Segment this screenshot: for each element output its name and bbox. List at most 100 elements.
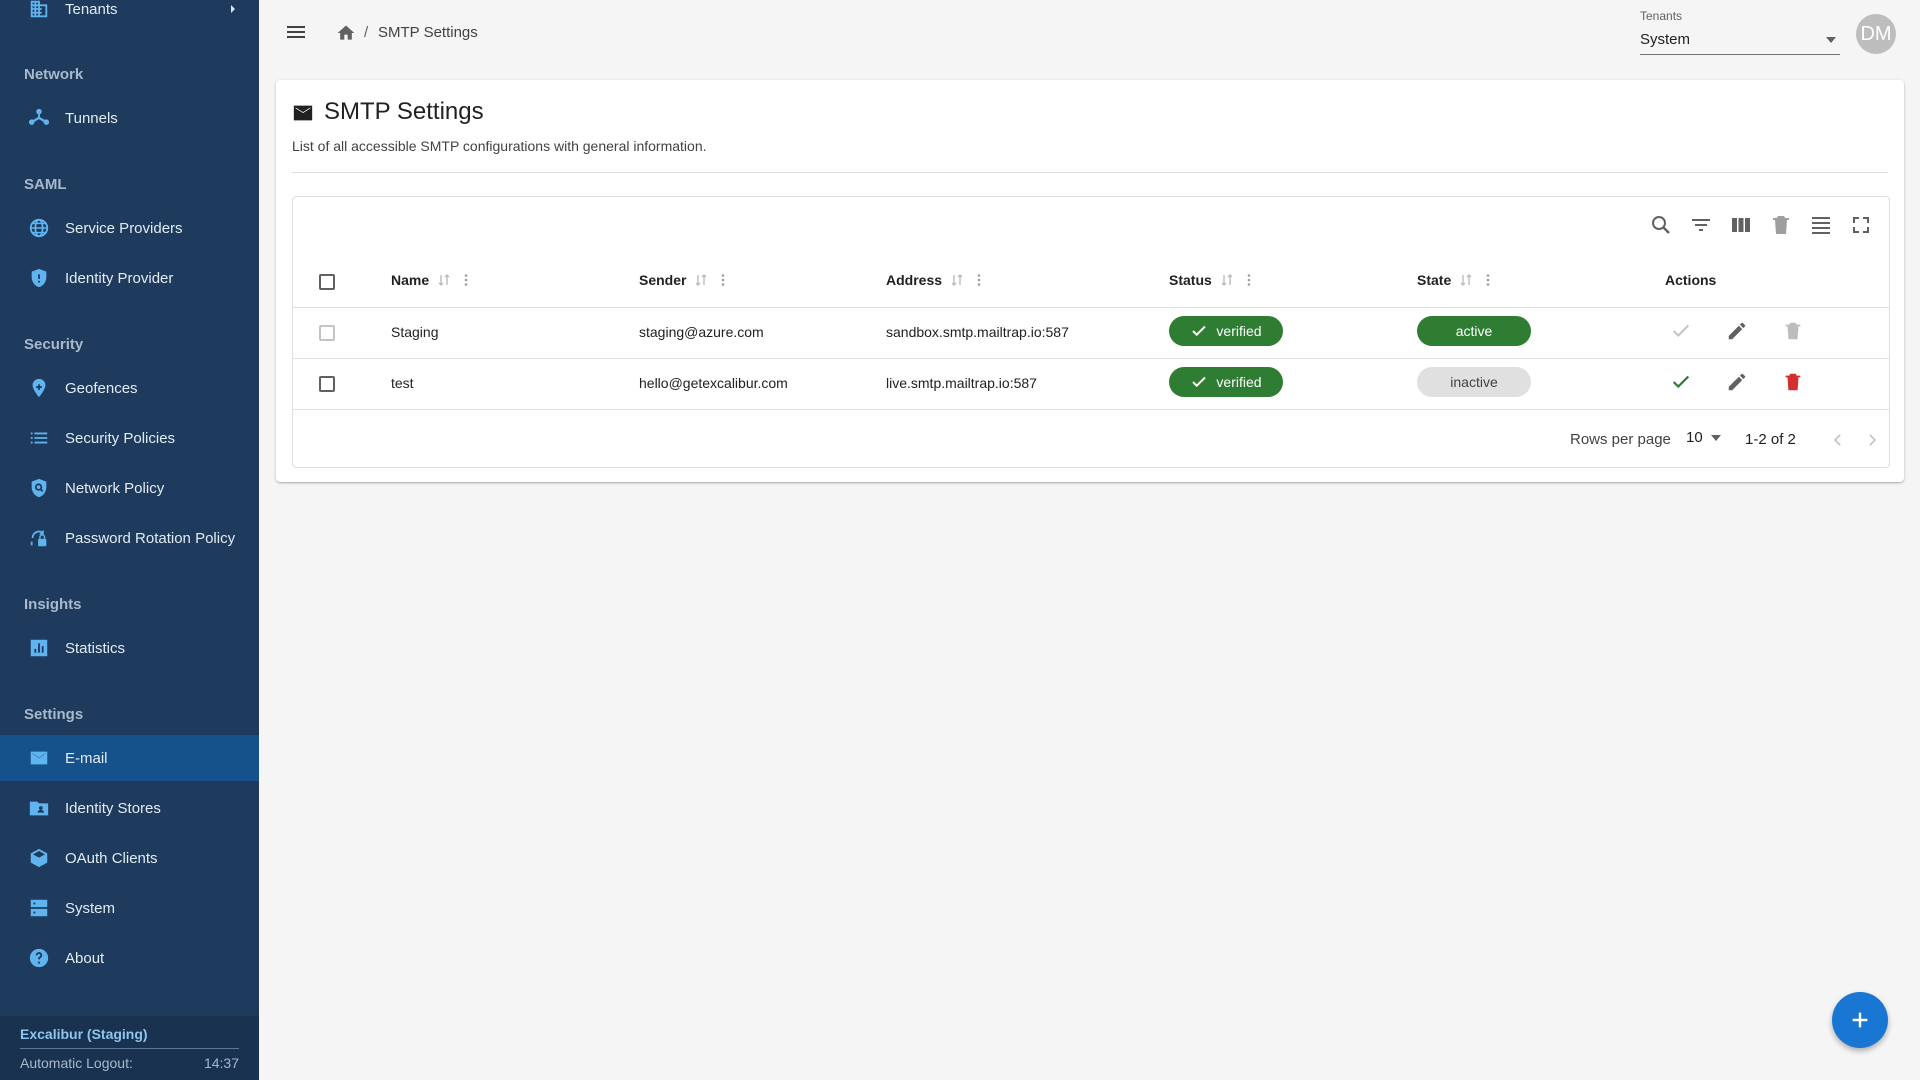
sidebar-item-label: Tunnels (65, 109, 118, 127)
sort-icon[interactable] (950, 273, 964, 287)
activate-icon[interactable] (1670, 320, 1692, 342)
delete-icon[interactable] (1769, 213, 1793, 237)
sidebar-item-label: Tenants (65, 0, 118, 18)
lock-rotate-icon (30, 529, 47, 547)
column-menu-icon[interactable] (459, 273, 473, 287)
page-title: SMTP Settings (324, 98, 484, 125)
activate-icon[interactable] (1670, 371, 1692, 393)
column-label: Actions (1665, 272, 1717, 288)
sidebar-item-service-providers[interactable]: Service Providers (0, 205, 259, 251)
row-checkbox[interactable] (319, 376, 335, 392)
sidebar-item-statistics[interactable]: Statistics (0, 625, 259, 671)
columns-icon[interactable] (1729, 213, 1753, 237)
edit-icon[interactable] (1726, 371, 1748, 393)
sidebar-item-oauth-clients[interactable]: OAuth Clients (0, 835, 259, 881)
sort-icon[interactable] (694, 273, 708, 287)
shield-icon (31, 268, 47, 288)
sidebar-item-label: Identity Provider (65, 269, 174, 287)
sidebar-item-identity-stores[interactable]: Identity Stores (0, 785, 259, 831)
state-text: inactive (1450, 374, 1498, 390)
row-divider (293, 409, 1889, 410)
sidebar-item-label: Password Rotation Policy (65, 529, 236, 547)
chart-icon (30, 639, 48, 657)
density-icon[interactable] (1809, 213, 1833, 237)
tenant-select-value: System (1640, 31, 1691, 48)
sidebar-item-security-policies[interactable]: Security Policies (0, 415, 259, 461)
building-icon (30, 0, 48, 18)
delete-icon[interactable] (1782, 371, 1804, 393)
cube-icon (30, 848, 48, 868)
sidebar-item-label: E-mail (65, 749, 108, 767)
column-header-state[interactable]: State (1417, 272, 1495, 288)
envelope-icon (30, 751, 48, 765)
sidebar-item-label: Identity Stores (65, 799, 161, 817)
location-pin-icon (32, 378, 46, 398)
row-checkbox[interactable] (319, 325, 335, 341)
avatar[interactable]: DM (1856, 14, 1896, 54)
cell-address: sandbox.smtp.mailtrap.io:587 (886, 324, 1069, 340)
breadcrumb-separator: / (364, 24, 369, 41)
rows-per-page-select[interactable]: 10 (1686, 429, 1721, 446)
select-all-checkbox[interactable] (319, 274, 335, 290)
search-icon[interactable] (1649, 213, 1673, 237)
filter-icon[interactable] (1689, 213, 1713, 237)
dropdown-arrow-icon (1710, 434, 1721, 441)
logout-label: Automatic Logout: (20, 1055, 133, 1071)
sort-icon[interactable] (1459, 273, 1473, 287)
previous-page-icon[interactable] (1829, 431, 1847, 449)
smtp-table: Name Sender Address Status State Actions (292, 196, 1890, 468)
sort-icon[interactable] (437, 273, 451, 287)
chevron-right-icon (231, 5, 235, 13)
logout-timer: 14:37 (203, 1055, 239, 1071)
column-menu-icon[interactable] (1242, 273, 1256, 287)
column-menu-icon[interactable] (716, 273, 730, 287)
sidebar-item-tenants[interactable]: Tenants (0, 0, 259, 32)
home-icon[interactable] (336, 23, 356, 43)
cell-sender: hello@getexcalibur.com (639, 375, 788, 391)
status-badge: verified (1169, 367, 1283, 397)
column-label: Address (886, 272, 943, 288)
help-icon (29, 948, 49, 968)
sidebar-item-label: Network Policy (65, 479, 165, 497)
row-divider (293, 307, 1889, 308)
dropdown-arrow-icon (1826, 37, 1836, 43)
sidebar-item-label: OAuth Clients (65, 849, 158, 867)
column-header-name[interactable]: Name (391, 272, 473, 288)
next-page-icon[interactable] (1863, 431, 1881, 449)
shield-search-icon (31, 478, 47, 498)
delete-icon[interactable] (1782, 320, 1804, 342)
column-menu-icon[interactable] (1481, 273, 1495, 287)
status-text: verified (1216, 323, 1262, 339)
column-header-status[interactable]: Status (1169, 272, 1256, 288)
tenant-select[interactable]: System (1640, 28, 1840, 55)
column-header-address[interactable]: Address (886, 272, 986, 288)
column-header-sender[interactable]: Sender (639, 272, 730, 288)
sidebar-item-email[interactable]: E-mail (0, 735, 259, 781)
cell-sender: staging@azure.com (639, 324, 764, 340)
sidebar-item-tunnels[interactable]: Tunnels (0, 95, 259, 141)
cell-address: live.smtp.mailtrap.io:587 (886, 375, 1037, 391)
row-divider (293, 358, 1889, 359)
sidebar-item-system[interactable]: System (0, 885, 259, 931)
column-menu-icon[interactable] (972, 273, 986, 287)
breadcrumb-current: SMTP Settings (378, 24, 478, 41)
sidebar-item-label: Security Policies (65, 429, 176, 447)
sidebar-item-password-rotation-policy[interactable]: Password Rotation Policy (0, 515, 259, 561)
sort-icon[interactable] (1220, 273, 1234, 287)
sidebar-item-geofences[interactable]: Geofences (0, 365, 259, 411)
plus-icon (1852, 1012, 1868, 1028)
section-saml: SAML (24, 176, 67, 193)
sidebar-item-about[interactable]: About (0, 935, 259, 981)
menu-icon[interactable] (284, 20, 308, 44)
column-label: State (1417, 272, 1452, 288)
footer-divider (20, 1048, 239, 1049)
fullscreen-icon[interactable] (1849, 213, 1873, 237)
add-smtp-button[interactable] (1832, 992, 1888, 1048)
column-label: Sender (639, 272, 687, 288)
list-icon (30, 432, 48, 444)
sidebar-item-network-policy[interactable]: Network Policy (0, 465, 259, 511)
globe-icon (29, 218, 49, 238)
edit-icon[interactable] (1726, 320, 1748, 342)
sidebar-item-identity-provider[interactable]: Identity Provider (0, 255, 259, 301)
environment-name: Excalibur (Staging) (20, 1026, 148, 1042)
